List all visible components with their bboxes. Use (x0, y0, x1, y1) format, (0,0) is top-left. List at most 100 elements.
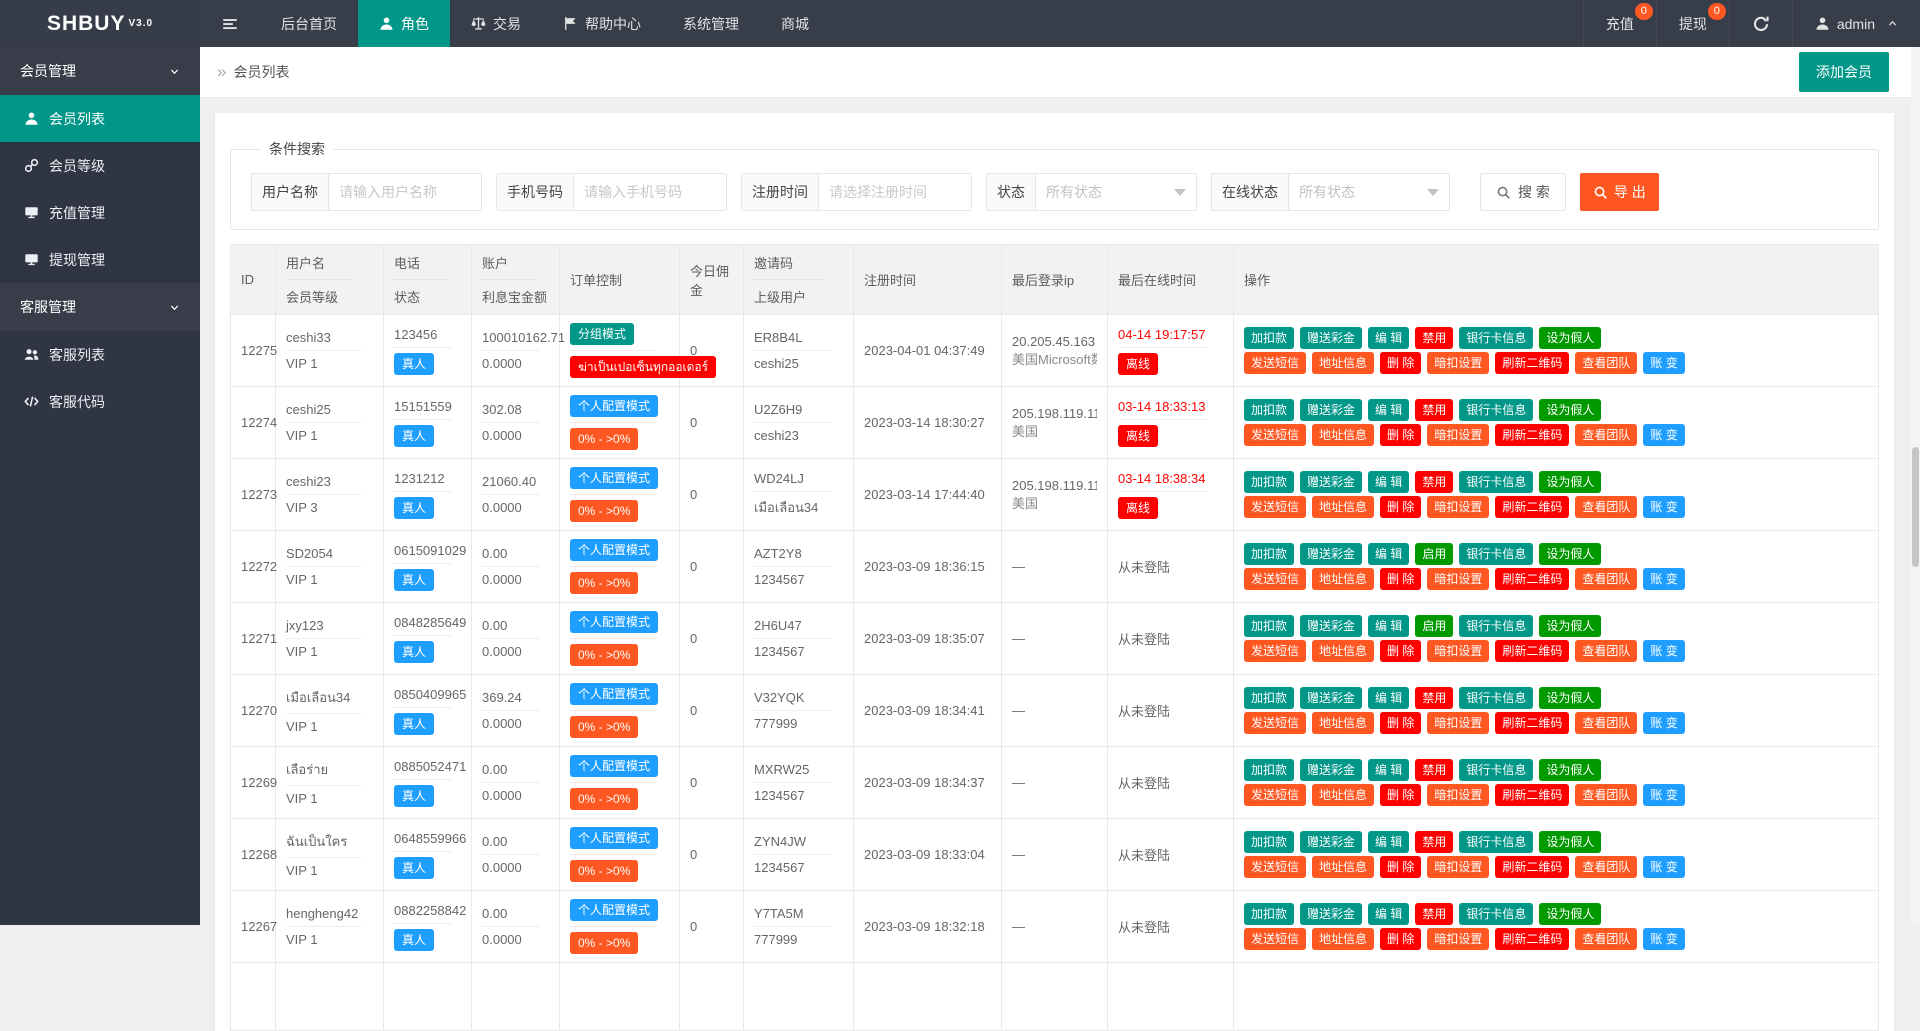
bank-card-info-button[interactable]: 银行卡信息 (1459, 327, 1533, 349)
view-team-button[interactable]: 查看团队 (1575, 712, 1637, 734)
toggle-enable-button[interactable]: 启用 (1415, 543, 1453, 565)
topnav-item-role[interactable]: 角色 (358, 0, 450, 47)
refresh-qrcode-button[interactable]: 刷新二维码 (1495, 568, 1569, 590)
bank-card-info-button[interactable]: 银行卡信息 (1459, 615, 1533, 637)
edit-button[interactable]: 编 辑 (1368, 543, 1409, 565)
edit-button[interactable]: 编 辑 (1368, 615, 1409, 637)
topnav-item-mall[interactable]: 商城 (760, 0, 830, 47)
address-info-button[interactable]: 地址信息 (1312, 856, 1374, 878)
delete-button[interactable]: 删 除 (1380, 352, 1421, 374)
sidebar-group-member-management[interactable]: 会员管理 (0, 47, 200, 95)
gift-bonus-button[interactable]: 赠送彩金 (1300, 399, 1362, 421)
edit-button[interactable]: 编 辑 (1368, 471, 1409, 493)
sidebar-item-service-list[interactable]: 客服列表 (0, 331, 200, 378)
add-deduct-button[interactable]: 加扣款 (1244, 399, 1294, 421)
view-team-button[interactable]: 查看团队 (1575, 784, 1637, 806)
online-status-select[interactable]: 所有状态 (1289, 174, 1449, 210)
send-sms-button[interactable]: 发送短信 (1244, 640, 1306, 662)
account-change-button[interactable]: 账 变 (1643, 496, 1684, 518)
bank-card-info-button[interactable]: 银行卡信息 (1459, 399, 1533, 421)
delete-button[interactable]: 删 除 (1380, 568, 1421, 590)
add-deduct-button[interactable]: 加扣款 (1244, 687, 1294, 709)
view-team-button[interactable]: 查看团队 (1575, 424, 1637, 446)
topnav-item-trade[interactable]: 交易 (450, 0, 542, 47)
edit-button[interactable]: 编 辑 (1368, 687, 1409, 709)
account-change-button[interactable]: 账 变 (1643, 568, 1684, 590)
delete-button[interactable]: 删 除 (1380, 856, 1421, 878)
bank-card-info-button[interactable]: 银行卡信息 (1459, 543, 1533, 565)
sidebar-item-member-list[interactable]: 会员列表 (0, 95, 200, 142)
set-fake-user-button[interactable]: 设为假人 (1539, 903, 1601, 925)
add-deduct-button[interactable]: 加扣款 (1244, 831, 1294, 853)
view-team-button[interactable]: 查看团队 (1575, 568, 1637, 590)
account-change-button[interactable]: 账 变 (1643, 352, 1684, 374)
hidden-deduct-settings-button[interactable]: 暗扣设置 (1427, 496, 1489, 518)
view-team-button[interactable]: 查看团队 (1575, 496, 1637, 518)
address-info-button[interactable]: 地址信息 (1312, 640, 1374, 662)
send-sms-button[interactable]: 发送短信 (1244, 352, 1306, 374)
view-team-button[interactable]: 查看团队 (1575, 640, 1637, 662)
delete-button[interactable]: 删 除 (1380, 928, 1421, 950)
delete-button[interactable]: 删 除 (1380, 640, 1421, 662)
bank-card-info-button[interactable]: 银行卡信息 (1459, 687, 1533, 709)
bank-card-info-button[interactable]: 银行卡信息 (1459, 903, 1533, 925)
set-fake-user-button[interactable]: 设为假人 (1539, 615, 1601, 637)
refresh-qrcode-button[interactable]: 刷新二维码 (1495, 640, 1569, 662)
toggle-enable-button[interactable]: 启用 (1415, 615, 1453, 637)
sidebar-item-recharge-management[interactable]: 充值管理 (0, 189, 200, 236)
toggle-enable-button[interactable]: 禁用 (1415, 759, 1453, 781)
address-info-button[interactable]: 地址信息 (1312, 352, 1374, 374)
add-deduct-button[interactable]: 加扣款 (1244, 471, 1294, 493)
address-info-button[interactable]: 地址信息 (1312, 496, 1374, 518)
hidden-deduct-settings-button[interactable]: 暗扣设置 (1427, 856, 1489, 878)
add-deduct-button[interactable]: 加扣款 (1244, 903, 1294, 925)
edit-button[interactable]: 编 辑 (1368, 903, 1409, 925)
send-sms-button[interactable]: 发送短信 (1244, 784, 1306, 806)
export-button[interactable]: 导 出 (1580, 173, 1659, 211)
address-info-button[interactable]: 地址信息 (1312, 784, 1374, 806)
bank-card-info-button[interactable]: 银行卡信息 (1459, 831, 1533, 853)
set-fake-user-button[interactable]: 设为假人 (1539, 759, 1601, 781)
edit-button[interactable]: 编 辑 (1368, 759, 1409, 781)
toggle-enable-button[interactable]: 禁用 (1415, 327, 1453, 349)
scrollbar-thumb[interactable] (1912, 447, 1919, 567)
add-deduct-button[interactable]: 加扣款 (1244, 327, 1294, 349)
account-change-button[interactable]: 账 变 (1643, 928, 1684, 950)
send-sms-button[interactable]: 发送短信 (1244, 712, 1306, 734)
topnav-refresh[interactable] (1729, 0, 1792, 47)
hidden-deduct-settings-button[interactable]: 暗扣设置 (1427, 568, 1489, 590)
view-team-button[interactable]: 查看团队 (1575, 856, 1637, 878)
delete-button[interactable]: 删 除 (1380, 424, 1421, 446)
toggle-enable-button[interactable]: 禁用 (1415, 687, 1453, 709)
gift-bonus-button[interactable]: 赠送彩金 (1300, 903, 1362, 925)
send-sms-button[interactable]: 发送短信 (1244, 568, 1306, 590)
gift-bonus-button[interactable]: 赠送彩金 (1300, 615, 1362, 637)
account-change-button[interactable]: 账 变 (1643, 784, 1684, 806)
search-button[interactable]: 搜 索 (1480, 173, 1566, 211)
refresh-qrcode-button[interactable]: 刷新二维码 (1495, 352, 1569, 374)
address-info-button[interactable]: 地址信息 (1312, 568, 1374, 590)
hidden-deduct-settings-button[interactable]: 暗扣设置 (1427, 424, 1489, 446)
toggle-enable-button[interactable]: 禁用 (1415, 831, 1453, 853)
hidden-deduct-settings-button[interactable]: 暗扣设置 (1427, 784, 1489, 806)
delete-button[interactable]: 删 除 (1380, 712, 1421, 734)
bank-card-info-button[interactable]: 银行卡信息 (1459, 471, 1533, 493)
topnav-item-home[interactable]: 后台首页 (260, 0, 358, 47)
bank-card-info-button[interactable]: 银行卡信息 (1459, 759, 1533, 781)
add-member-button[interactable]: 添加会员 (1799, 52, 1889, 92)
status-select[interactable]: 所有状态 (1036, 174, 1196, 210)
sidebar-item-service-code[interactable]: 客服代码 (0, 378, 200, 425)
gift-bonus-button[interactable]: 赠送彩金 (1300, 543, 1362, 565)
refresh-qrcode-button[interactable]: 刷新二维码 (1495, 856, 1569, 878)
account-change-button[interactable]: 账 变 (1643, 712, 1684, 734)
gift-bonus-button[interactable]: 赠送彩金 (1300, 759, 1362, 781)
topnav-item-help[interactable]: 帮助中心 (542, 0, 662, 47)
topnav-withdraw[interactable]: 提现0 (1656, 0, 1729, 47)
account-change-button[interactable]: 账 变 (1643, 640, 1684, 662)
set-fake-user-button[interactable]: 设为假人 (1539, 831, 1601, 853)
hidden-deduct-settings-button[interactable]: 暗扣设置 (1427, 928, 1489, 950)
send-sms-button[interactable]: 发送短信 (1244, 424, 1306, 446)
hidden-deduct-settings-button[interactable]: 暗扣设置 (1427, 640, 1489, 662)
edit-button[interactable]: 编 辑 (1368, 399, 1409, 421)
account-change-button[interactable]: 账 变 (1643, 424, 1684, 446)
